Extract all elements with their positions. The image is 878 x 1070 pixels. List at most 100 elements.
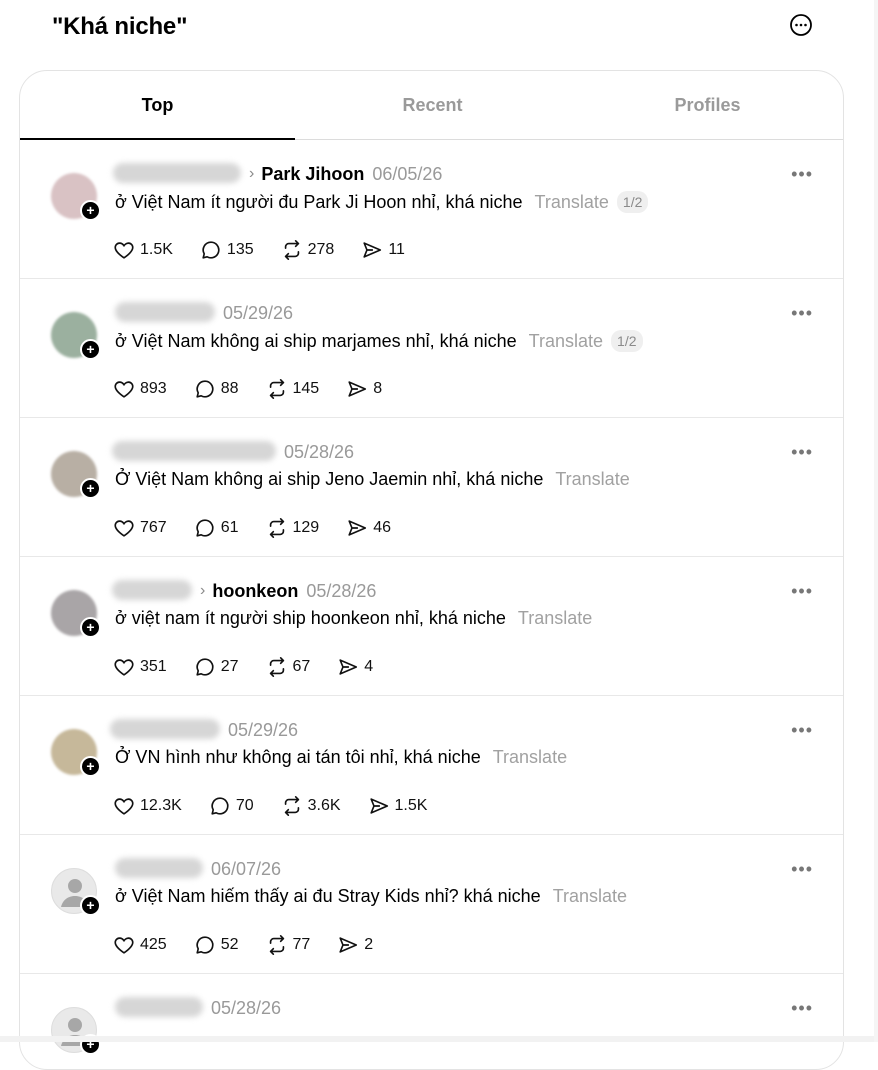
translate-link[interactable]: Translate: [518, 608, 592, 629]
username-redacted[interactable]: [110, 719, 220, 739]
avatar[interactable]: +: [51, 1007, 101, 1055]
send-icon: [337, 934, 364, 956]
reply-target-username[interactable]: hoonkeon: [212, 581, 298, 602]
more-circle-icon[interactable]: [789, 13, 813, 37]
like-button[interactable]: 351: [113, 656, 167, 678]
post-item[interactable]: +05/29/26 Ở VN hình như không ai tán tôi …: [20, 696, 843, 835]
repost-button[interactable]: 77: [266, 934, 310, 956]
post-item[interactable]: +05/29/26 ở Việt Nam không ai ship marjam…: [20, 279, 843, 418]
avatar[interactable]: +: [51, 729, 101, 777]
post-date[interactable]: 06/05/26: [372, 164, 442, 185]
translate-link[interactable]: Translate: [493, 747, 567, 768]
follow-plus-icon[interactable]: +: [80, 478, 101, 499]
reply-target-username[interactable]: Park Jihoon: [261, 164, 364, 185]
username-redacted[interactable]: [113, 163, 241, 183]
share-count: 11: [388, 241, 405, 258]
post-item[interactable]: +06/07/26 ở Việt Nam hiếm thấy ai đu Stra…: [20, 835, 843, 974]
translate-link[interactable]: Translate: [555, 469, 629, 490]
comment-icon: [194, 934, 221, 956]
reply-button[interactable]: 88: [194, 378, 239, 400]
username-redacted[interactable]: [115, 302, 215, 322]
comment-icon: [194, 656, 221, 678]
tab-recent[interactable]: Recent: [295, 71, 570, 139]
like-count: 12.3K: [140, 797, 182, 814]
post-more-button[interactable]: •••: [791, 442, 813, 463]
share-button[interactable]: 4: [337, 656, 373, 678]
post-header: 05/29/26: [228, 718, 298, 742]
post-item[interactable]: + › Park Jihoon 06/05/26 ở Việt Nam ít người…: [20, 140, 843, 279]
share-button[interactable]: 8: [346, 378, 382, 400]
reply-button[interactable]: 52: [194, 934, 239, 956]
post-more-button[interactable]: •••: [791, 998, 813, 1019]
translate-link[interactable]: Translate: [529, 331, 603, 352]
chevron-right-icon: ›: [200, 582, 206, 599]
reply-count: 27: [220, 658, 239, 675]
repost-button[interactable]: 67: [266, 656, 310, 678]
post-date[interactable]: 05/28/26: [306, 581, 376, 602]
username-redacted[interactable]: [112, 441, 276, 461]
post-text: ở việt nam ít người ship hoonkeon nhỉ, k…: [115, 608, 506, 628]
avatar[interactable]: +: [51, 868, 101, 916]
repost-count: 129: [292, 519, 320, 536]
post-actions: 12.3K 70 3.6K 1.5K: [113, 793, 454, 819]
reply-button[interactable]: 27: [194, 656, 239, 678]
heart-icon: [113, 656, 140, 678]
reply-count: 135: [226, 241, 254, 258]
heart-icon: [113, 239, 140, 261]
follow-plus-icon[interactable]: +: [80, 756, 101, 777]
post-actions: 1.5K 135 278 11: [113, 237, 432, 263]
post-more-button[interactable]: •••: [791, 303, 813, 324]
tab-bar: Top Recent Profiles: [20, 71, 843, 140]
post-more-button[interactable]: •••: [791, 859, 813, 880]
username-redacted[interactable]: [115, 997, 203, 1017]
like-button[interactable]: 1.5K: [113, 239, 173, 261]
post-item[interactable]: +05/28/26 •••: [20, 974, 843, 1069]
post-more-button[interactable]: •••: [791, 581, 813, 602]
follow-plus-icon[interactable]: +: [80, 339, 101, 360]
follow-plus-icon[interactable]: +: [80, 200, 101, 221]
tab-profiles[interactable]: Profiles: [570, 71, 843, 139]
post-date[interactable]: 05/28/26: [211, 998, 281, 1019]
post-more-button[interactable]: •••: [791, 164, 813, 185]
like-count: 351: [140, 658, 167, 675]
share-button[interactable]: 2: [337, 934, 373, 956]
repost-button[interactable]: 145: [266, 378, 319, 400]
post-text-line: ở Việt Nam hiếm thấy ai đu Stray Kids nh…: [115, 886, 627, 907]
share-button[interactable]: 46: [346, 517, 391, 539]
comment-icon: [209, 795, 236, 817]
repost-button[interactable]: 3.6K: [281, 795, 341, 817]
post-more-button[interactable]: •••: [791, 720, 813, 741]
share-button[interactable]: 1.5K: [368, 795, 427, 817]
post-date[interactable]: 05/29/26: [228, 720, 298, 741]
avatar[interactable]: +: [51, 451, 101, 499]
repost-button[interactable]: 129: [266, 517, 320, 539]
reply-button[interactable]: 135: [200, 239, 254, 261]
avatar[interactable]: +: [51, 173, 101, 221]
tab-top[interactable]: Top: [20, 71, 295, 139]
username-redacted[interactable]: [112, 580, 192, 600]
avatar[interactable]: +: [51, 312, 101, 360]
translate-link[interactable]: Translate: [535, 192, 609, 213]
avatar[interactable]: +: [51, 590, 101, 638]
repost-button[interactable]: 278: [281, 239, 334, 261]
share-button[interactable]: 11: [361, 239, 405, 261]
post-date[interactable]: 05/28/26: [284, 442, 354, 463]
follow-plus-icon[interactable]: +: [80, 617, 101, 638]
reply-button[interactable]: 61: [194, 517, 239, 539]
reply-button[interactable]: 70: [209, 795, 254, 817]
translate-link[interactable]: Translate: [553, 886, 627, 907]
post-list: + › Park Jihoon 06/05/26 ở Việt Nam ít người…: [20, 140, 843, 1069]
post-item[interactable]: +05/28/26 Ở Việt Nam không ai ship Jeno J…: [20, 418, 843, 557]
like-button[interactable]: 12.3K: [113, 795, 182, 817]
post-item[interactable]: + › hoonkeon 05/28/26 ở việt nam ít người sh…: [20, 557, 843, 696]
scrollbar-track[interactable]: [874, 0, 878, 1042]
like-button[interactable]: 893: [113, 378, 167, 400]
like-button[interactable]: 767: [113, 517, 167, 539]
follow-plus-icon[interactable]: +: [80, 895, 101, 916]
like-button[interactable]: 425: [113, 934, 167, 956]
post-date[interactable]: 06/07/26: [211, 859, 281, 880]
username-redacted[interactable]: [115, 858, 203, 878]
post-date[interactable]: 05/29/26: [223, 303, 293, 324]
post-actions: 893 88 145 8: [113, 376, 409, 402]
post-text: ở Việt Nam không ai ship marjames nhỉ, k…: [115, 330, 517, 351]
